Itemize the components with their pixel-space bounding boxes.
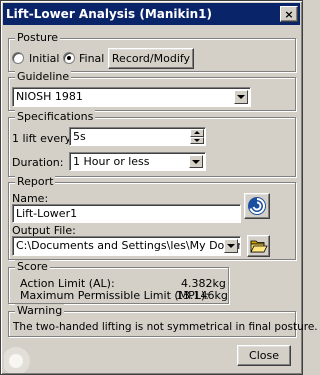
open-file-button[interactable] [247,235,270,257]
window-title: Lift-Lower Analysis (Manikin1) [6,7,212,21]
final-radio-label[interactable]: Final [79,52,104,65]
mpl-value: 13.146kg [176,289,228,302]
posture-group-label: Posture [15,31,61,44]
chevron-down-icon [227,244,235,248]
close-button[interactable]: Close [237,345,291,366]
guideline-select-value: NIOSH 1981 [16,90,83,103]
output-file-value: C:\Documents and Settings\les\My Docum [16,239,241,252]
spin-down-button[interactable] [190,136,204,144]
duration-dropdown-button[interactable] [189,155,203,168]
warning-message: The two-handed lifting is not symmetrica… [13,321,318,333]
chevron-down-icon [192,159,200,164]
record-modify-button[interactable]: Record/Modify [108,48,194,69]
lift-every-label: 1 lift every: [12,132,75,145]
guideline-group-label: Guideline [15,70,72,83]
close-icon: × [284,7,294,21]
arrow-up-icon [194,131,200,135]
duration-label: Duration: [12,156,64,169]
report-swirl-icon [248,197,266,215]
report-button[interactable] [244,193,270,219]
lift-lower-analysis-dialog: Lift-Lower Analysis (Manikin1) × Posture… [0,0,318,375]
initial-radio-label[interactable]: Initial [29,52,59,65]
spin-up-button[interactable] [190,129,204,137]
arrow-down-icon [194,138,200,142]
score-group-label: Score [15,260,50,273]
final-radio[interactable] [63,52,75,64]
title-bar[interactable]: Lift-Lower Analysis (Manikin1) × [3,3,300,25]
lift-every-value: 5s [73,130,86,143]
output-file-dropdown-button[interactable] [224,239,238,253]
report-group-label: Report [15,175,56,188]
specifications-group-label: Specifications [15,110,96,123]
report-name-input[interactable]: Lift-Lower1 [12,204,241,223]
duration-select-value: 1 Hour or less [73,155,150,168]
output-file-select[interactable]: C:\Documents and Settings\les\My Docum [12,236,241,256]
chevron-down-icon [237,95,245,99]
title-close-button[interactable]: × [280,6,298,22]
warning-group-label: Warning [15,304,65,317]
initial-radio[interactable] [12,52,24,64]
lift-every-input[interactable]: 5s [69,127,206,146]
decorative-flare-icon [4,347,30,373]
lift-every-spinner[interactable] [190,129,204,144]
duration-select[interactable]: 1 Hour or less [69,152,206,171]
guideline-dropdown-button[interactable] [234,90,248,104]
report-name-value: Lift-Lower1 [16,207,78,220]
guideline-select[interactable]: NIOSH 1981 [12,87,251,107]
open-folder-icon [249,240,268,253]
